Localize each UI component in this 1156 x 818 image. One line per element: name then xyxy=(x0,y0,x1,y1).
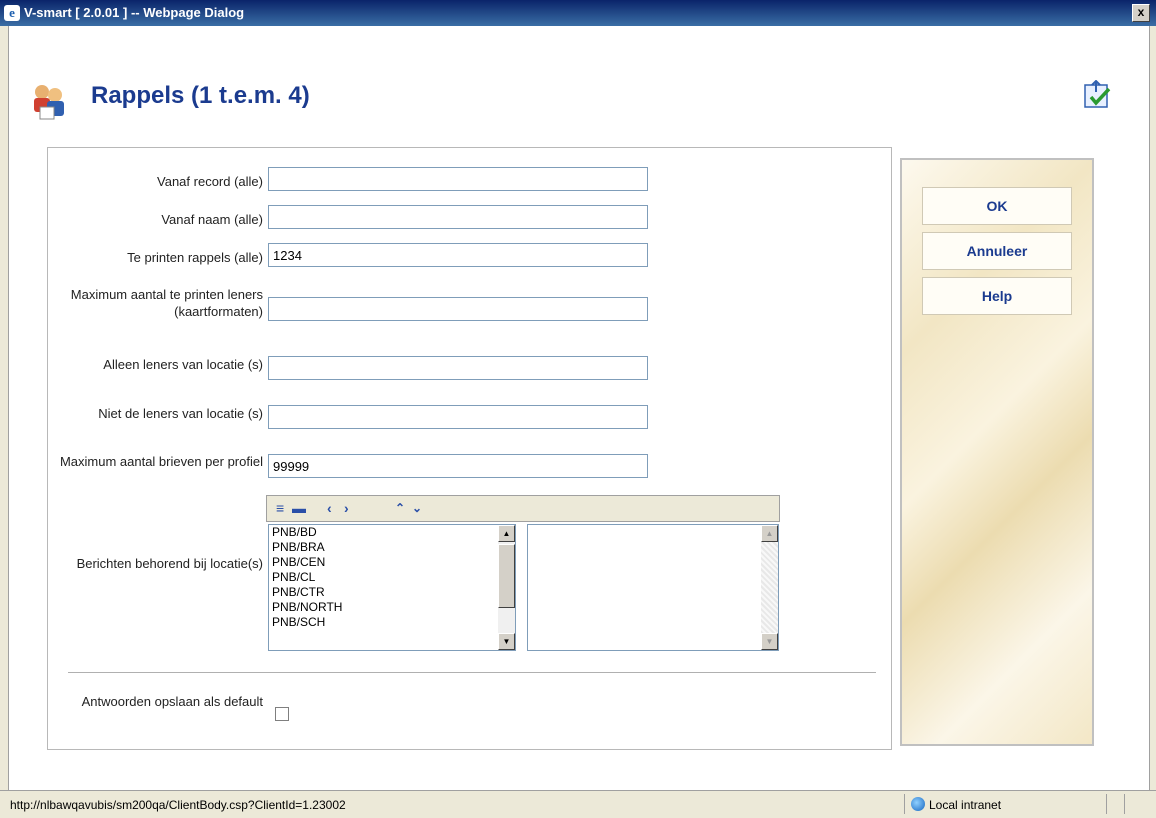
list-item[interactable]: PNB/SCH xyxy=(269,615,515,630)
deselect-all-icon[interactable]: ▬ xyxy=(292,500,306,516)
close-button[interactable]: x xyxy=(1132,4,1150,22)
resize-grip[interactable] xyxy=(1124,794,1153,814)
field-label-max-letters: Maximum aantal brieven per profiel xyxy=(59,454,263,469)
move-down-icon[interactable]: ⌄ xyxy=(412,501,422,515)
list-item[interactable]: PNB/CEN xyxy=(269,555,515,570)
ie-icon: e xyxy=(4,5,20,21)
status-divider xyxy=(1106,794,1123,814)
field-label-reminders: Te printen rappels (alle) xyxy=(127,250,263,265)
field-label-only-locations: Alleen leners van locatie (s) xyxy=(103,357,263,372)
ok-button[interactable]: OK xyxy=(922,187,1072,225)
status-url: http://nlbawqavubis/sm200qa/ClientBody.c… xyxy=(10,798,346,812)
list-item[interactable]: PNB/CTR xyxy=(269,585,515,600)
not-locations-input[interactable] xyxy=(268,405,648,429)
users-icon xyxy=(34,85,64,120)
form-panel xyxy=(47,147,892,750)
move-right-icon[interactable]: › xyxy=(344,500,349,516)
scroll-down-icon: ▼ xyxy=(761,633,778,650)
save-default-checkbox[interactable] xyxy=(275,707,289,721)
field-label-max-borrowers: Maximum aantal te printen leners (kaartf… xyxy=(70,287,263,319)
select-all-icon[interactable]: ≡ xyxy=(276,500,284,516)
move-up-icon[interactable]: ⌃ xyxy=(395,501,405,515)
field-label-save-default: Antwoorden opslaan als default xyxy=(81,694,263,709)
help-context-icon[interactable] xyxy=(1082,80,1112,110)
list-item[interactable]: PNB/NORTH xyxy=(269,600,515,615)
field-label-from-record: Vanaf record (alle) xyxy=(157,174,263,189)
list-item[interactable]: PNB/BRA xyxy=(269,540,515,555)
list-item[interactable]: PNB/CL xyxy=(269,570,515,585)
button-panel: OK Annuleer Help xyxy=(900,158,1094,746)
window-title: V-smart [ 2.0.01 ] -- Webpage Dialog xyxy=(24,5,245,20)
cancel-button[interactable]: Annuleer xyxy=(922,232,1072,270)
scroll-down-icon[interactable]: ▼ xyxy=(498,633,515,650)
from-name-input[interactable] xyxy=(268,205,648,229)
field-label-from-name: Vanaf naam (alle) xyxy=(161,212,263,227)
max-borrowers-input[interactable] xyxy=(268,297,648,321)
scroll-thumb[interactable] xyxy=(498,544,515,608)
reminders-input[interactable] xyxy=(268,243,648,267)
scrollbar[interactable]: ▲ ▼ xyxy=(761,525,778,650)
list-toolbar: ≡ ▬ ‹ › ⌃ ⌄ xyxy=(266,495,780,522)
scrollbar[interactable]: ▲ ▼ xyxy=(498,525,515,650)
max-letters-input[interactable] xyxy=(268,454,648,478)
field-label-not-locations: Niet de leners van locatie (s) xyxy=(98,406,263,421)
available-locations-list[interactable]: PNB/BD PNB/BRA PNB/CEN PNB/CL PNB/CTR PN… xyxy=(268,524,516,651)
only-locations-input[interactable] xyxy=(268,356,648,380)
divider xyxy=(68,672,876,673)
page-title: Rappels (1 t.e.m. 4) xyxy=(91,82,310,109)
move-left-icon[interactable]: ‹ xyxy=(327,500,332,516)
globe-icon xyxy=(911,797,925,811)
field-label-locations: Berichten behorend bij locatie(s) xyxy=(76,556,263,571)
from-record-input[interactable] xyxy=(268,167,648,191)
zone-label: Local intranet xyxy=(929,798,1002,812)
security-zone: Local intranet xyxy=(904,794,1105,814)
list-item[interactable]: PNB/BD xyxy=(269,525,515,540)
scroll-up-icon[interactable]: ▲ xyxy=(498,525,515,542)
scroll-up-icon: ▲ xyxy=(761,525,778,542)
selected-locations-list[interactable]: ▲ ▼ xyxy=(527,524,779,651)
status-bar: http://nlbawqavubis/sm200qa/ClientBody.c… xyxy=(0,790,1156,818)
help-button[interactable]: Help xyxy=(922,277,1072,315)
title-bar: e V-smart [ 2.0.01 ] -- Webpage Dialog x xyxy=(0,0,1156,26)
